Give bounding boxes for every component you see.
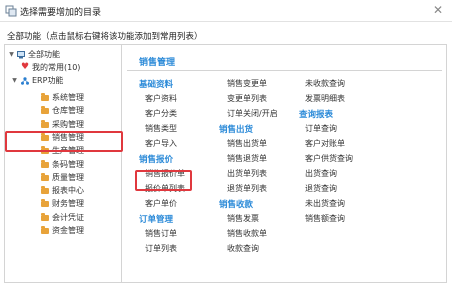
collapse-toggle-icon[interactable]: ▼: [11, 75, 18, 87]
heart-icon: ♥: [21, 62, 30, 72]
function-panel: 销售管理 基础资料 客户资料 客户分类 销售类型 客户导入 销售报价 销售报价单 报价单列表客…: [123, 45, 446, 282]
folder-icon: [41, 106, 49, 115]
tree-node-production[interactable]: 生产管理: [41, 145, 117, 157]
tree-node-barcode[interactable]: 条码管理: [41, 159, 117, 171]
tree-item-label: 质量管理: [52, 172, 84, 182]
title-divider: [127, 70, 442, 71]
folder-icon: [41, 159, 49, 169]
tree-favorites-label: 我的常用(10): [32, 63, 81, 72]
tree-node-erp[interactable]: ▼ ERP功能: [11, 75, 118, 87]
tree-node-warehouse[interactable]: 仓库管理: [41, 105, 117, 117]
section-title: 销售出货: [219, 125, 254, 135]
tree-node-quality[interactable]: 质量管理: [41, 172, 117, 184]
tree-node-root[interactable]: ▼ 全部功能: [8, 49, 118, 61]
section-title: 基础资料: [139, 80, 174, 90]
tree-item-label: 生产管理: [52, 146, 84, 156]
tree-item-label: 采购管理: [52, 119, 84, 129]
instruction-text: 全部功能（点击鼠标右键将该功能添加到常用列表）: [7, 32, 203, 42]
folder-icon: [41, 132, 49, 142]
function-link[interactable]: 未出货查询: [305, 198, 345, 209]
function-link[interactable]: 销售出货单: [227, 138, 267, 149]
tree-item-label: 系统管理: [52, 93, 84, 102]
section-title: 销售收款: [219, 200, 254, 210]
folder-icon: [41, 199, 49, 208]
tree-item-label: 资金管理: [52, 226, 84, 235]
section-main-title: 销售管理: [139, 58, 176, 68]
section-title: 销售报价: [139, 155, 174, 165]
tree-node-funds[interactable]: 资金管理: [41, 225, 117, 237]
function-link[interactable]: 出货单列表: [227, 168, 267, 179]
function-tree: ▼ 全部功能 ♥ 我的常用(10) ▼ ERP功能 系统管理仓库管理采购管理销售…: [5, 45, 122, 282]
function-link[interactable]: 退货查询: [305, 183, 337, 194]
tree-erp-label: ERP功能: [32, 76, 64, 85]
section-title: 订单管理: [139, 215, 174, 225]
function-link[interactable]: 发票明细表: [305, 93, 345, 104]
function-link[interactable]: 客户单价: [145, 198, 177, 209]
tree-node-vouchers[interactable]: 会计凭证: [41, 212, 117, 224]
function-link[interactable]: 订单查询: [305, 123, 337, 134]
folder-icon: [41, 226, 49, 235]
function-link[interactable]: 出货查询: [305, 168, 337, 179]
collapse-toggle-icon[interactable]: ▼: [8, 49, 15, 61]
content-panel: ▼ 全部功能 ♥ 我的常用(10) ▼ ERP功能 系统管理 仓库管理 采购管理 销售…: [4, 44, 447, 283]
tree-item-label: 报表中心: [52, 186, 84, 196]
function-link[interactable]: 订单列表: [145, 243, 177, 254]
function-link[interactable]: 收款查询: [227, 243, 259, 254]
function-link[interactable]: 销售发票: [227, 213, 259, 224]
tree-root-label: 全部功能: [28, 50, 60, 59]
function-link[interactable]: 客户导入: [145, 138, 177, 149]
function-link[interactable]: 客户资料: [145, 93, 177, 104]
tree-item-label: 财务管理: [52, 199, 84, 209]
folder-icon: [41, 119, 49, 129]
tree-node-favorites[interactable]: ♥ 我的常用(10): [21, 62, 118, 74]
tree-node-system[interactable]: 系统管理: [41, 92, 117, 104]
tree-item-label: 仓库管理: [52, 106, 84, 116]
hierarchy-icon: [21, 77, 29, 85]
folder-icon: [41, 146, 49, 155]
computer-icon: [17, 51, 25, 59]
function-link[interactable]: 变更单列表: [227, 93, 267, 104]
function-link[interactable]: 客户分类: [145, 108, 177, 119]
tree-item-label: 销售管理: [52, 132, 84, 142]
function-link[interactable]: 销售收款单: [227, 228, 267, 239]
function-link[interactable]: 销售退货单: [227, 153, 267, 164]
tree-item-label: 会计凭证: [52, 212, 84, 222]
function-link[interactable]: 销售订单: [145, 228, 177, 239]
tree-node-sales[interactable]: 销售管理: [41, 132, 117, 144]
function-link[interactable]: 订单关闭/开启: [227, 108, 278, 119]
function-link[interactable]: 销售变更单: [227, 78, 267, 89]
tree-item-label: 条码管理: [52, 159, 84, 169]
tree-node-finance[interactable]: 财务管理: [41, 198, 117, 210]
function-link[interactable]: 报价单列表: [145, 183, 185, 194]
window-app-icon: [5, 5, 17, 17]
function-link[interactable]: 销售类型: [145, 123, 177, 134]
function-link[interactable]: 未收款查询: [305, 78, 345, 89]
window-title: 选择需要增加的目录: [20, 8, 102, 18]
function-link[interactable]: 客户对账单: [305, 138, 345, 149]
folder-icon: [41, 186, 49, 195]
close-icon[interactable]: ✕: [431, 3, 445, 17]
function-link[interactable]: 客户供货查询: [305, 153, 353, 164]
folder-icon: [41, 172, 49, 182]
function-link[interactable]: 销售报价单: [145, 168, 185, 179]
function-link[interactable]: 销售额查询: [305, 213, 345, 224]
tree-node-purchase[interactable]: 采购管理: [41, 119, 117, 131]
folder-icon: [41, 93, 49, 102]
folder-icon: [41, 212, 49, 222]
function-link[interactable]: 退货单列表: [227, 183, 267, 194]
tree-node-reports[interactable]: 报表中心: [41, 185, 117, 197]
section-title: 查询报表: [299, 110, 334, 120]
title-bar: 选择需要增加的目录 ✕: [0, 0, 452, 22]
